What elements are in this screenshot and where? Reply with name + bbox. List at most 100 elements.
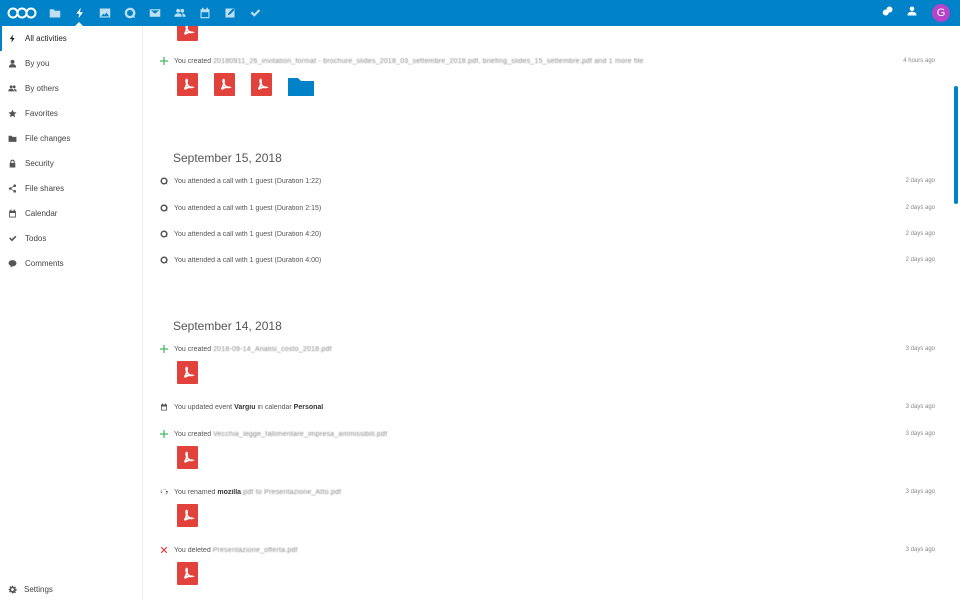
- activity-item: You created 20180911_26_invitation_forma…: [159, 55, 935, 67]
- file-thumbnails: [177, 73, 314, 96]
- activity-file[interactable]: Vecchia_legge_fallimentare_impresa_ammis…: [213, 431, 387, 438]
- old-file-name[interactable]: mozilla: [217, 489, 241, 496]
- talk-icon: [159, 204, 169, 212]
- talk-icon[interactable]: [117, 0, 142, 26]
- activity-file[interactable]: 2018-09-14_Analisi_costo_2018.pdf: [213, 346, 332, 353]
- pdf-file-icon[interactable]: [177, 26, 198, 41]
- sidebar-item-all-activities[interactable]: All activities: [0, 26, 142, 51]
- files-icon[interactable]: [42, 0, 67, 26]
- sidebar: All activities By you By others Favorite…: [0, 26, 143, 600]
- activity-time: 3 days ago: [905, 431, 935, 437]
- add-icon: [159, 430, 169, 438]
- activity-text: You attended a call with 1 guest (Durati…: [174, 230, 322, 238]
- pdf-file-icon[interactable]: [214, 73, 235, 96]
- add-icon: [159, 345, 169, 353]
- notifications-icon[interactable]: [882, 4, 894, 22]
- file-thumbnails: [177, 26, 198, 41]
- sidebar-item-favorites[interactable]: Favorites: [0, 101, 142, 126]
- sidebar-item-label: Security: [25, 159, 54, 168]
- activity-time: 4 hours ago: [903, 58, 935, 64]
- sidebar-item-label: Calendar: [25, 209, 58, 218]
- activity-time: 3 days ago: [905, 547, 935, 553]
- activity-file[interactable]: .pdf to Presentazione_Atto.pdf: [241, 489, 341, 496]
- add-icon: [159, 57, 169, 65]
- activity-text: You attended a call with 1 guest (Durati…: [174, 177, 322, 185]
- pdf-file-icon[interactable]: [177, 73, 198, 96]
- share-icon: [8, 184, 17, 193]
- activity-time: 2 days ago: [905, 257, 935, 263]
- check-icon: [9, 235, 17, 242]
- sidebar-item-label: File changes: [25, 134, 71, 143]
- activity-files[interactable]: 20180911_26_invitation_format - brochure…: [213, 58, 644, 65]
- pdf-file-icon[interactable]: [177, 562, 198, 585]
- activity-item: You created Vecchia_legge_fallimentare_i…: [159, 428, 935, 440]
- sidebar-item-label: Comments: [25, 259, 64, 268]
- sidebar-item-todos[interactable]: Todos: [0, 226, 142, 251]
- day-heading: September 15, 2018: [173, 151, 282, 165]
- user-icon: [8, 59, 17, 68]
- star-icon: [8, 109, 17, 118]
- event-name[interactable]: Vargiu: [234, 404, 255, 411]
- tasks-icon[interactable]: [242, 0, 267, 26]
- comment-icon: [8, 260, 17, 268]
- sidebar-item-calendar[interactable]: Calendar: [0, 201, 142, 226]
- folder-icon[interactable]: [288, 76, 314, 96]
- sidebar-item-file-shares[interactable]: File shares: [0, 176, 142, 201]
- sidebar-item-label: By others: [25, 84, 59, 93]
- activity-text: You deleted: [174, 546, 211, 554]
- contacts-icon[interactable]: [167, 0, 192, 26]
- file-thumbnails: [177, 562, 198, 585]
- calendar-name[interactable]: Personal: [294, 404, 324, 411]
- file-thumbnails: [177, 504, 198, 527]
- activity-item: You attended a call with 1 guest (Durati…: [159, 228, 935, 240]
- top-bar: G: [0, 0, 960, 26]
- calendar-icon[interactable]: [192, 0, 217, 26]
- users-icon: [8, 85, 17, 92]
- file-thumbnails: [177, 446, 198, 469]
- activity-item: You updated event Vargiu in calendar Per…: [159, 401, 935, 413]
- header-right: G: [882, 0, 950, 26]
- rename-icon: [159, 488, 169, 496]
- app-menu: [42, 0, 267, 26]
- activity-stream: You created 20180911_26_invitation_forma…: [143, 26, 952, 600]
- day-heading: September 14, 2018: [173, 319, 282, 333]
- pdf-file-icon[interactable]: [177, 446, 198, 469]
- activity-item: You deleted Presentazione_offerta.pdf 3 …: [159, 544, 935, 556]
- gallery-icon[interactable]: [92, 0, 117, 26]
- activity-item: You attended a call with 1 guest (Durati…: [159, 202, 935, 214]
- activity-item: You attended a call with 1 guest (Durati…: [159, 175, 935, 187]
- nextcloud-logo[interactable]: [2, 0, 42, 26]
- activity-text: You created: [174, 430, 212, 438]
- activity-text: You attended a call with 1 guest (Durati…: [174, 204, 322, 212]
- activity-file[interactable]: Presentazione_offerta.pdf: [213, 547, 298, 554]
- sidebar-item-file-changes[interactable]: File changes: [0, 126, 142, 151]
- mail-icon[interactable]: [142, 0, 167, 26]
- avatar[interactable]: G: [932, 4, 950, 22]
- sidebar-item-label: Favorites: [25, 109, 58, 118]
- sidebar-item-label: By you: [25, 59, 50, 68]
- activity-time: 2 days ago: [905, 231, 935, 237]
- sidebar-item-label: Todos: [25, 234, 47, 243]
- sidebar-item-by-you[interactable]: By you: [0, 51, 142, 76]
- pdf-file-icon[interactable]: [177, 361, 198, 384]
- pdf-file-icon[interactable]: [251, 73, 272, 96]
- file-thumbnails: [177, 361, 198, 384]
- notes-icon[interactable]: [217, 0, 242, 26]
- calendar-icon: [9, 209, 16, 218]
- sidebar-item-label: All activities: [25, 34, 67, 43]
- activity-icon[interactable]: [67, 0, 92, 26]
- sidebar-item-by-others[interactable]: By others: [0, 76, 142, 101]
- settings-button[interactable]: Settings: [8, 585, 53, 594]
- gear-icon: [8, 585, 17, 594]
- activity-text: in calendar: [257, 403, 292, 411]
- sidebar-item-comments[interactable]: Comments: [0, 251, 142, 276]
- scrollbar[interactable]: [954, 86, 958, 204]
- contacts-menu-icon[interactable]: [906, 4, 918, 22]
- activity-time: 3 days ago: [905, 404, 935, 410]
- activity-text: You updated event: [174, 403, 233, 411]
- activity-text: You created: [174, 57, 212, 65]
- pdf-file-icon[interactable]: [177, 504, 198, 527]
- delete-icon: [159, 546, 169, 554]
- sidebar-item-security[interactable]: Security: [0, 151, 142, 176]
- activity-item: You renamed mozilla.pdf to Presentazione…: [159, 486, 935, 498]
